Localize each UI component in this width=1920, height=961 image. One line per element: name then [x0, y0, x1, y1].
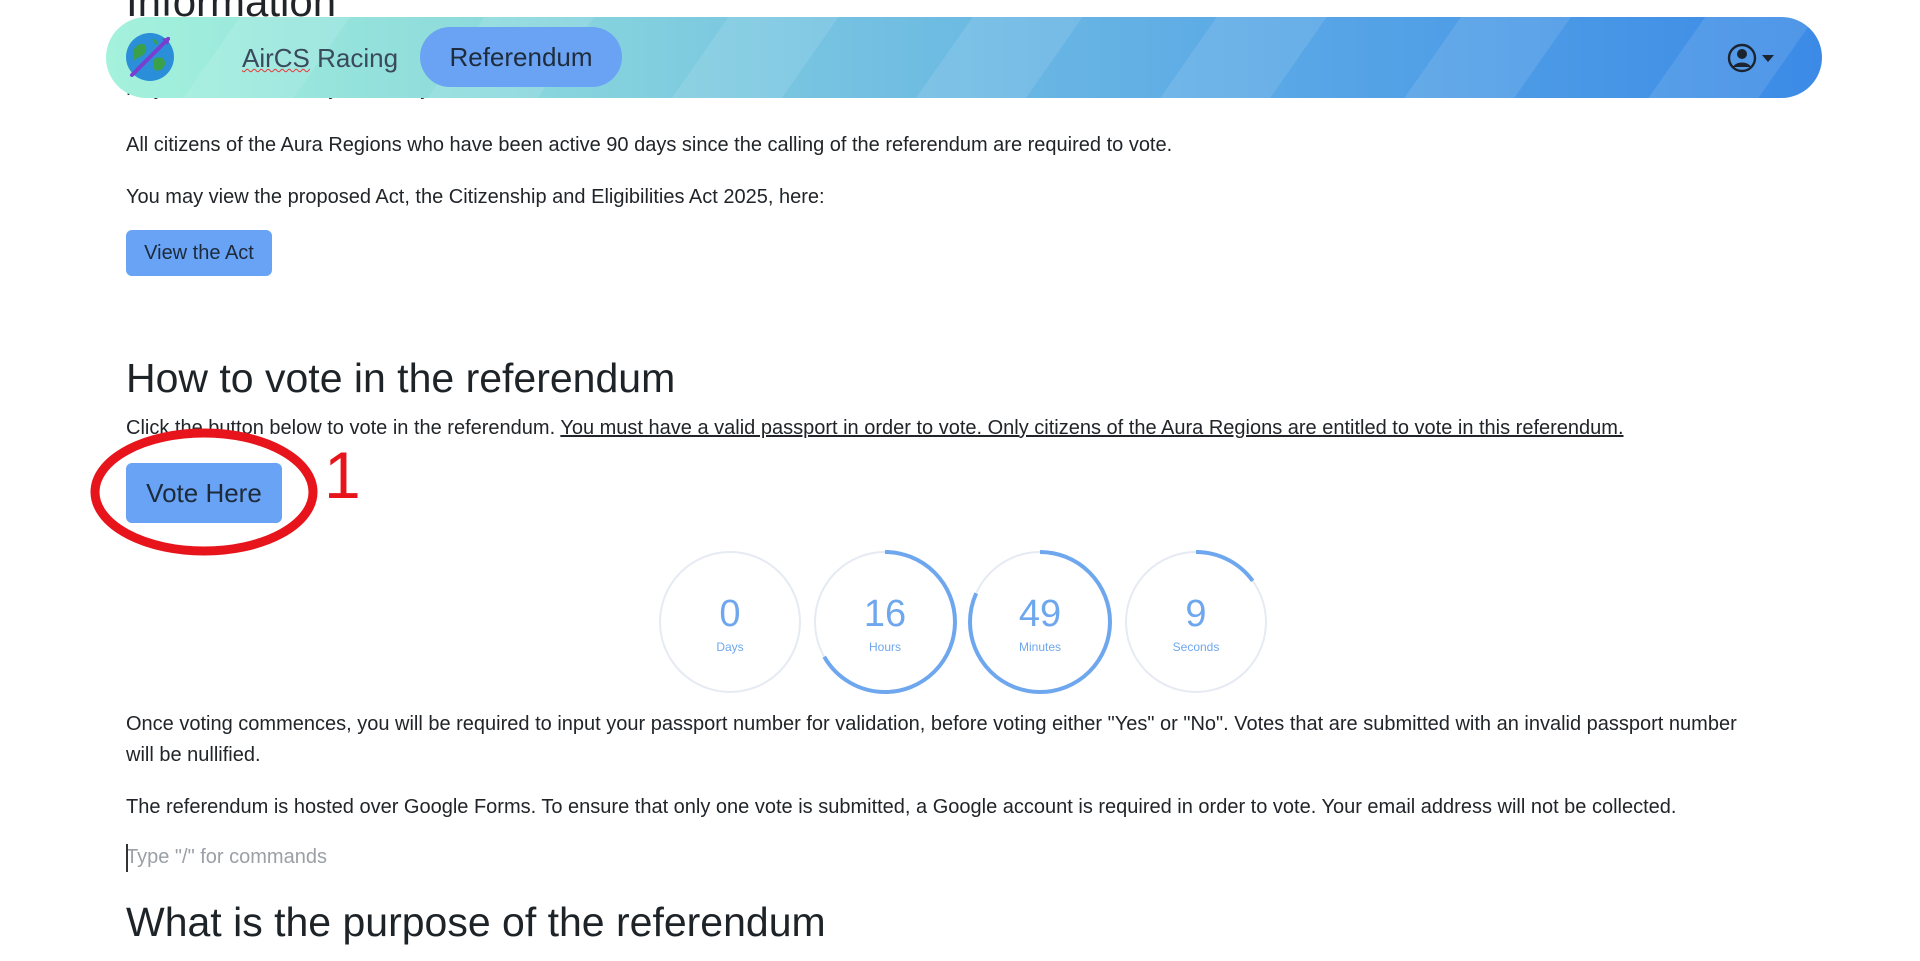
- countdown-hours-label: Hours: [868, 640, 901, 654]
- eligibility-text: All citizens of the Aura Regions who hav…: [126, 134, 1173, 156]
- countdown-days-value: 0: [719, 593, 741, 635]
- command-input-placeholder[interactable]: Type "/" for commands: [126, 844, 327, 870]
- purpose-heading: What is the purpose of the referendum: [126, 899, 826, 945]
- user-menu-toggle[interactable]: [1726, 41, 1786, 75]
- caret-down-icon: [1762, 55, 1774, 62]
- nav-tab-referendum[interactable]: Referendum: [420, 27, 622, 87]
- google-forms-note-text: The referendum is hosted over Google For…: [126, 796, 1677, 818]
- view-act-button[interactable]: View the Act: [126, 230, 272, 276]
- top-navbar: AirCS Racing Referendum: [106, 17, 1822, 98]
- countdown-minutes-label: Minutes: [1018, 640, 1062, 654]
- globe-icon[interactable]: [124, 31, 176, 83]
- countdown-hours-value: 16: [863, 593, 907, 635]
- how-to-vote-heading: How to vote in the referendum: [126, 355, 676, 401]
- countdown-minutes-value: 49: [1018, 593, 1062, 635]
- countdown-seconds: 9 Seconds: [1124, 550, 1268, 694]
- nav-brand-link[interactable]: AirCS Racing: [242, 39, 398, 77]
- countdown-seconds-value: 9: [1185, 593, 1207, 635]
- nav-brand-rest: Racing: [309, 43, 399, 73]
- text-caret: [126, 844, 128, 872]
- vote-instructions: Click the button below to vote in the re…: [126, 413, 1746, 444]
- passport-note-text: Once voting commences, you will be requi…: [126, 713, 1737, 766]
- countdown-days-label: Days: [716, 640, 744, 654]
- act-intro-text: You may view the proposed Act, the Citiz…: [126, 186, 825, 208]
- nav-brand-misspelled-word: AirCS: [242, 43, 310, 73]
- vote-here-button[interactable]: Vote Here: [126, 463, 282, 523]
- countdown-days: 0 Days: [658, 550, 802, 694]
- countdown-hours: 16 Hours: [813, 550, 957, 694]
- vote-instructions-text: Click the button below to vote in the re…: [126, 417, 561, 439]
- countdown-minutes: 49 Minutes: [968, 550, 1112, 694]
- annotation-number: 1: [324, 438, 361, 512]
- passport-requirement-text: You must have a valid passport in order …: [560, 417, 1624, 439]
- countdown-seconds-label: Seconds: [1172, 640, 1220, 654]
- user-circle-icon: [1727, 43, 1757, 73]
